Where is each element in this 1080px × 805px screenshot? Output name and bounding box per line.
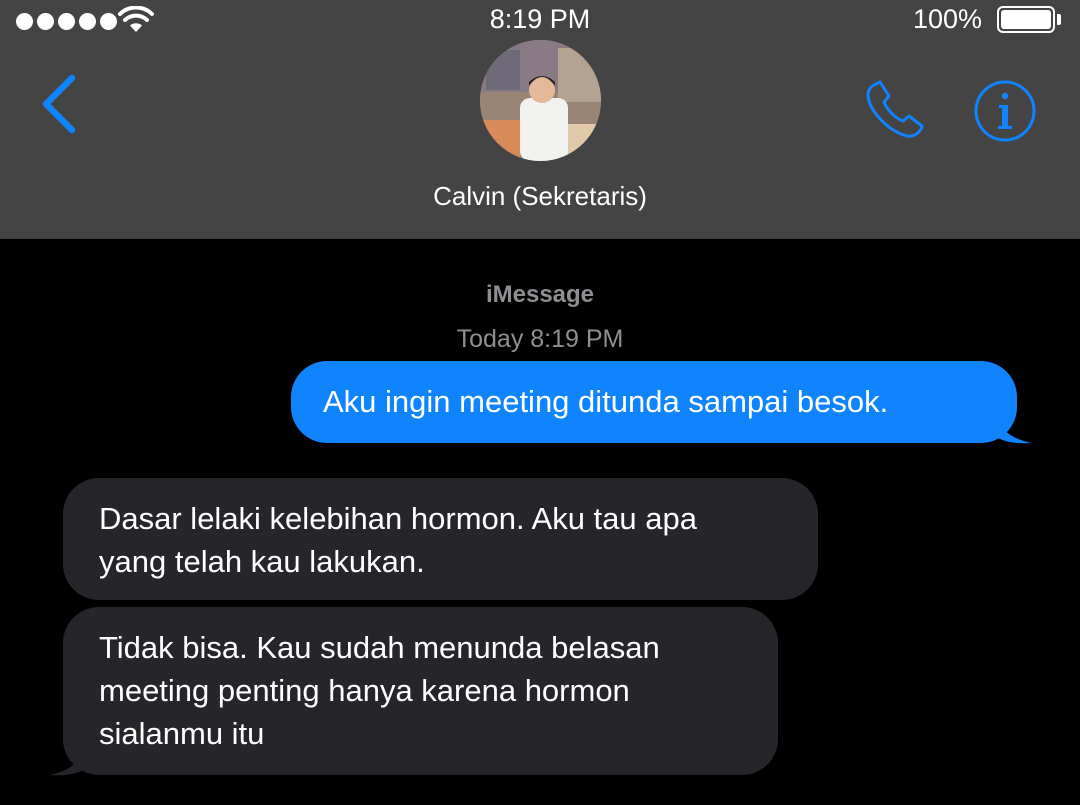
message-text-line: yang telah kau lakukan. bbox=[99, 544, 425, 579]
message-text-line: Dasar lelaki kelebihan hormon. Aku tau a… bbox=[99, 501, 697, 536]
phone-icon[interactable] bbox=[862, 78, 930, 142]
received-message-bubble[interactable]: Tidak bisa. Kau sudah menunda belasan me… bbox=[63, 607, 778, 775]
message-text-line: meeting penting hanya karena hormon bbox=[99, 673, 630, 708]
message-text-line: Tidak bisa. Kau sudah menunda belasan bbox=[99, 630, 660, 665]
message-timestamp: Today 8:19 PM bbox=[456, 325, 624, 353]
received-message-bubble[interactable]: Dasar lelaki kelebihan hormon. Aku tau a… bbox=[63, 478, 818, 600]
info-icon[interactable] bbox=[972, 78, 1038, 144]
message-text: Aku ingin meeting ditunda sampai besok. bbox=[323, 384, 889, 419]
sent-message-bubble[interactable]: Aku ingin meeting ditunda sampai besok. bbox=[291, 361, 1017, 443]
battery-percent: 100% bbox=[913, 4, 983, 34]
status-bar: 8:19 PM 100% bbox=[0, 0, 1080, 40]
message-text-line: sialanmu itu bbox=[99, 716, 265, 751]
service-label: iMessage bbox=[485, 281, 595, 308]
contact-name[interactable]: Calvin (Sekretaris) bbox=[0, 181, 1080, 212]
contact-avatar[interactable] bbox=[480, 40, 601, 161]
chevron-left-icon[interactable] bbox=[36, 72, 82, 136]
conversation-header: 8:19 PM 100% Calvin (Sekretaris) bbox=[0, 0, 1080, 239]
battery-icon bbox=[997, 6, 1055, 33]
